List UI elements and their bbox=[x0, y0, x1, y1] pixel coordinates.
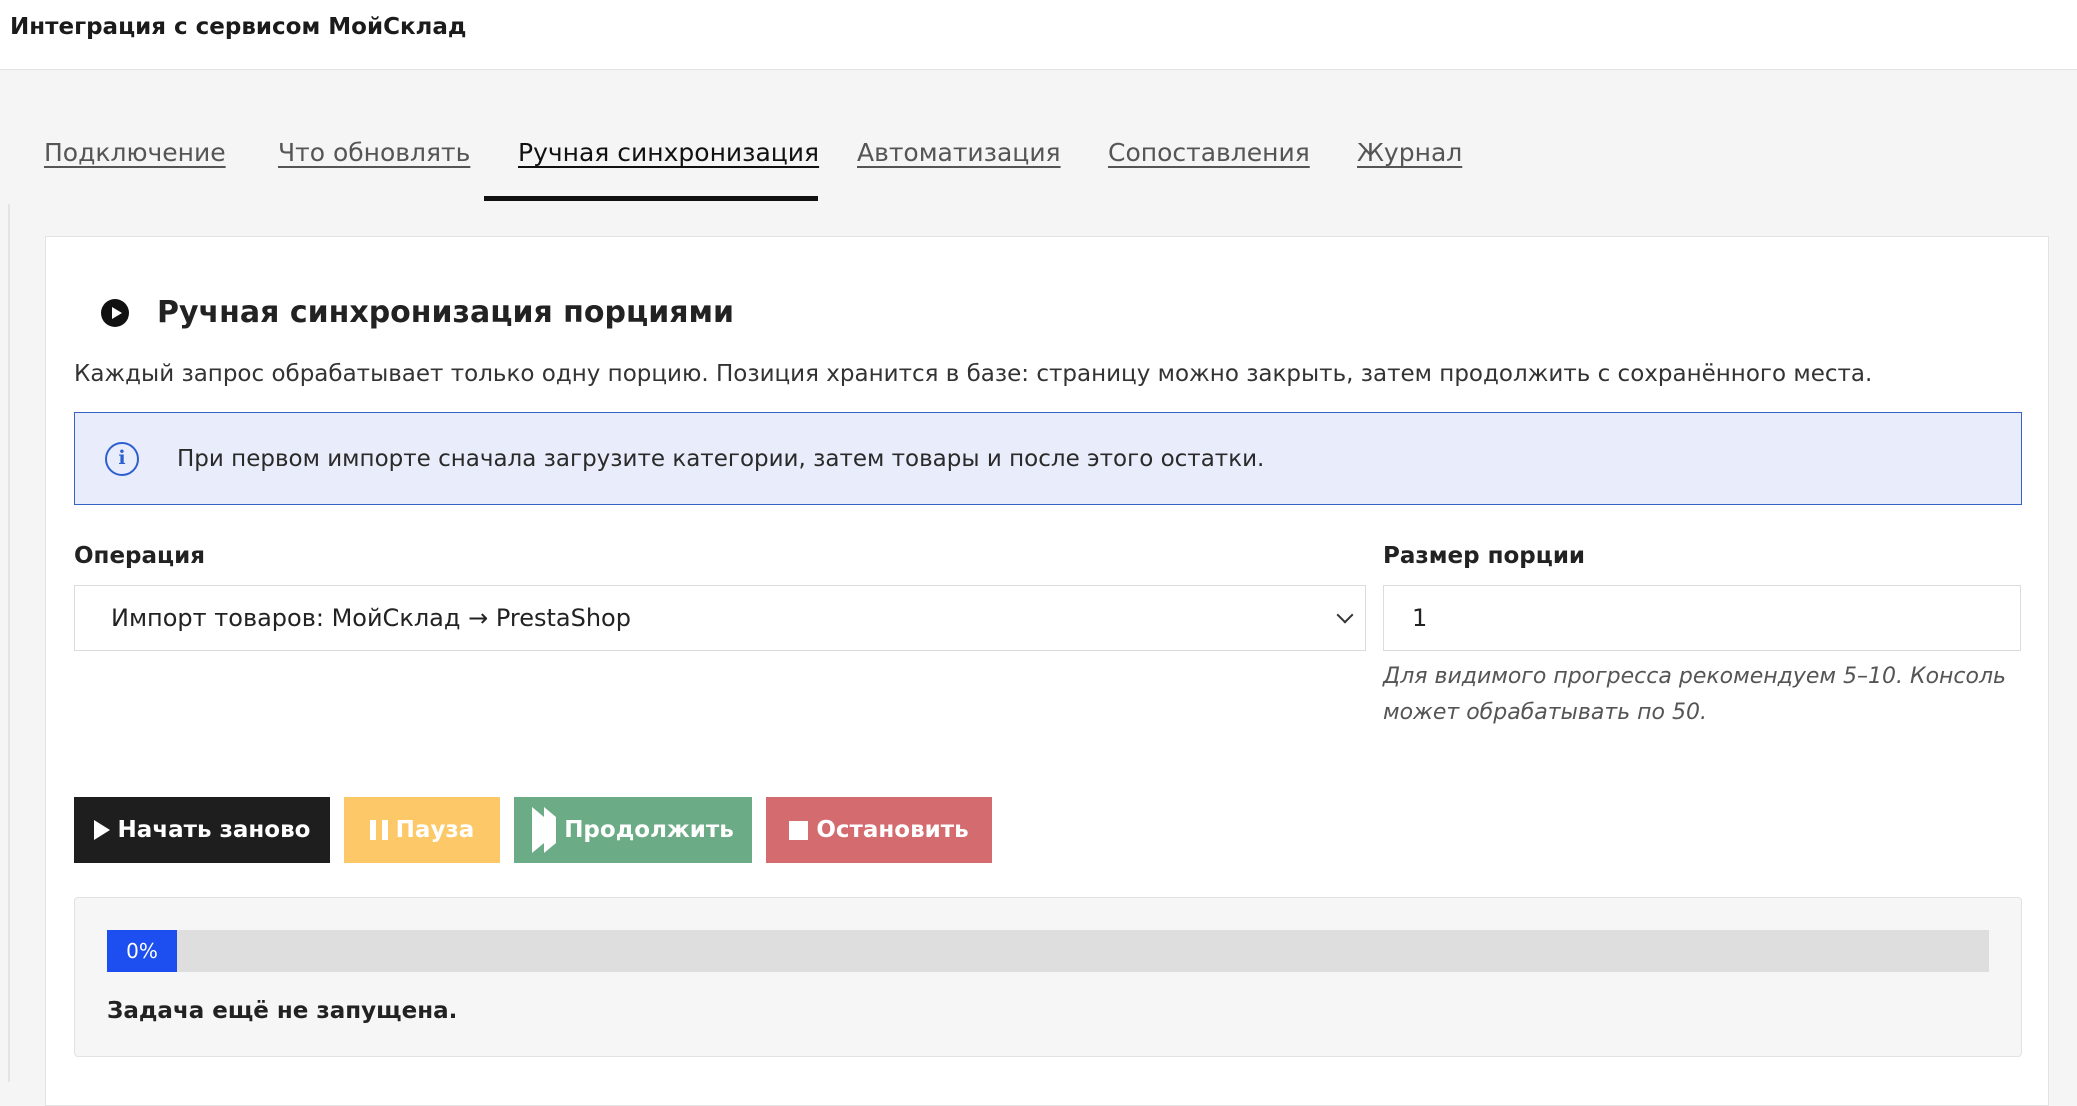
top-bar: Интеграция с сервисом МойСклад bbox=[0, 0, 2077, 70]
tab-bar: Подключение Что обновлять Ручная синхрон… bbox=[0, 70, 2077, 204]
restart-button-label: Начать заново bbox=[117, 817, 311, 843]
batch-size-input[interactable] bbox=[1383, 585, 2021, 651]
tab-connection[interactable]: Подключение bbox=[44, 138, 226, 204]
stop-button[interactable]: Остановить bbox=[766, 797, 992, 863]
tab-mappings[interactable]: Сопоставления bbox=[1108, 138, 1310, 204]
restart-button[interactable]: Начать заново bbox=[74, 797, 330, 863]
chevron-down-icon bbox=[1336, 606, 1354, 624]
info-icon: i bbox=[105, 441, 139, 476]
pause-icon bbox=[369, 820, 388, 840]
progress-box: 0% Задача ещё не запущена. bbox=[74, 897, 2022, 1057]
panel-title: Ручная синхронизация порциями bbox=[157, 295, 735, 330]
manual-sync-panel: Ручная синхронизация порциями Каждый зап… bbox=[45, 236, 2049, 1106]
info-alert: i При первом импорте сначала загрузите к… bbox=[74, 412, 2022, 505]
progress-bar-fill: 0% bbox=[107, 930, 177, 972]
info-text: При первом импорте сначала загрузите кат… bbox=[177, 445, 1265, 472]
operation-label: Операция bbox=[74, 543, 205, 569]
batch-size-label: Размер порции bbox=[1383, 543, 1586, 569]
stop-icon bbox=[789, 820, 809, 840]
page-title: Интеграция с сервисом МойСклад bbox=[10, 14, 467, 40]
pause-button-label: Пауза bbox=[395, 817, 475, 843]
tab-what-to-update[interactable]: Что обновлять bbox=[278, 138, 470, 204]
continue-button-label: Продолжить bbox=[564, 817, 734, 843]
play-circle-icon bbox=[101, 298, 129, 327]
progress-bar: 0% bbox=[107, 930, 1989, 972]
tab-automation[interactable]: Автоматизация bbox=[857, 138, 1061, 204]
stop-button-label: Остановить bbox=[816, 817, 969, 843]
fast-forward-icon bbox=[532, 807, 557, 853]
panel-header: Ручная синхронизация порциями bbox=[101, 295, 734, 330]
pause-button[interactable]: Пауза bbox=[344, 797, 500, 863]
panel-description: Каждый запрос обрабатывает только одну п… bbox=[74, 361, 1873, 387]
continue-button[interactable]: Продолжить bbox=[514, 797, 752, 863]
active-tab-indicator bbox=[484, 196, 818, 201]
tab-manual-sync[interactable]: Ручная синхронизация bbox=[518, 138, 819, 204]
operation-select[interactable]: Импорт товаров: МойСклад → PrestaShop bbox=[74, 585, 1366, 651]
progress-status: Задача ещё не запущена. bbox=[107, 998, 458, 1024]
operation-selected-value: Импорт товаров: МойСклад → PrestaShop bbox=[111, 604, 631, 632]
batch-size-hint: Для видимого прогресса рекомендуем 5–10.… bbox=[1383, 664, 2006, 725]
play-icon bbox=[93, 820, 110, 840]
left-border bbox=[8, 204, 10, 1082]
tab-log[interactable]: Журнал bbox=[1357, 138, 1462, 204]
